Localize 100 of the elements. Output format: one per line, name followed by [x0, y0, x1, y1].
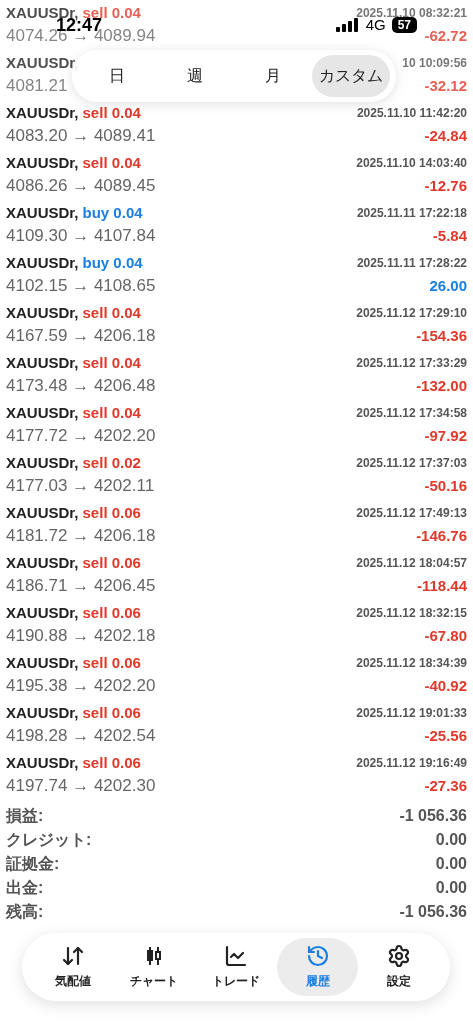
order-type: sell 0.02: [82, 452, 141, 473]
deal-time: 2025.11.12 19:01:33: [356, 705, 467, 722]
order-type: sell 0.04: [82, 302, 141, 323]
order-type: sell 0.06: [82, 552, 141, 573]
summary-label: 残高:: [6, 902, 44, 922]
order-type: sell 0.04: [82, 352, 141, 373]
nav-tab[interactable]: 履歴: [276, 938, 359, 996]
symbol: XAUUSDr,: [6, 502, 79, 523]
profit: -24.84: [424, 125, 467, 146]
line-chart-icon: [224, 944, 248, 968]
price-range: 4190.88 → 4202.18: [6, 626, 156, 646]
summary-value: 0.00: [435, 854, 467, 874]
nav-tab[interactable]: チャート: [113, 938, 196, 996]
profit: -12.76: [424, 175, 467, 196]
symbol: XAUUSDr,: [6, 702, 79, 723]
price-range: 4081.21: [6, 76, 68, 96]
symbol: XAUUSDr,: [6, 152, 79, 173]
price-range: 4181.72 → 4206.18: [6, 526, 156, 546]
price-range: 4177.03 → 4202.11: [6, 476, 155, 496]
summary-label: 出金:: [6, 878, 44, 898]
price-range: 4109.30 → 4107.84: [6, 226, 156, 246]
deal-time: 2025.11.10 14:03:40: [356, 155, 467, 172]
price-range: 4173.48 → 4206.48: [6, 376, 156, 396]
profit: -27.36: [424, 775, 467, 796]
deal-time: 2025.11.12 19:16:49: [356, 755, 467, 772]
profit: -25.56: [424, 725, 467, 746]
symbol: XAUUSDr,: [6, 102, 79, 123]
symbol: XAUUSDr,: [6, 652, 79, 673]
order-type: sell 0.04: [82, 102, 141, 123]
symbol: XAUUSDr,: [6, 752, 79, 773]
symbol: XAUUSDr,: [6, 452, 79, 473]
profit: -97.92: [424, 425, 467, 446]
settings-icon: [387, 944, 412, 968]
price-range: 4086.26 → 4089.45: [6, 176, 156, 196]
order-type: sell 0.04: [82, 152, 141, 173]
deal-time: 2025.11.12 18:32:15: [356, 605, 467, 622]
order-type: sell 0.06: [82, 602, 141, 623]
battery-level: 57: [391, 17, 417, 34]
period-tab[interactable]: 週: [156, 55, 234, 97]
profit: -132.00: [416, 375, 467, 396]
price-range: 4102.15 → 4108.65: [6, 276, 156, 296]
up-down-arrows-icon: [60, 944, 85, 968]
summary-value: -1 056.36: [399, 806, 467, 826]
price-range: 4177.72 → 4202.20: [6, 426, 156, 446]
deal-time: 10 10:09:56: [402, 55, 467, 72]
period-tab[interactable]: 日: [78, 55, 156, 97]
period-tab[interactable]: 月: [234, 55, 312, 97]
summary-value: -1 056.36: [399, 902, 467, 922]
price-range: 4195.38 → 4202.20: [6, 676, 156, 696]
order-type: buy 0.04: [82, 202, 143, 223]
profit: -5.84: [432, 225, 467, 246]
deal-time: 2025.11.12 17:33:29: [356, 355, 467, 372]
deal-time: 2025.11.10 11:42:20: [356, 105, 467, 122]
profit: -62.72: [424, 25, 467, 46]
summary-label: 証拠金:: [6, 854, 60, 874]
price-range: 4198.28 → 4202.54: [6, 726, 156, 746]
deal-time: 2025.11.11 17:22:18: [356, 205, 467, 222]
symbol: XAUUSDr,: [6, 252, 79, 273]
symbol: XAUUSDr,: [6, 302, 79, 323]
profit: -146.76: [416, 525, 467, 546]
profit: -32.12: [424, 75, 467, 96]
symbol: XAUUSDr,: [6, 552, 79, 573]
order-type: sell 0.06: [82, 652, 141, 673]
deal-time: 2025.11.12 17:34:58: [356, 405, 467, 422]
period-tab[interactable]: カスタム: [312, 55, 390, 97]
price-range: 4197.74 → 4202.30: [6, 776, 156, 796]
order-type: sell 0.06: [82, 502, 141, 523]
deal-time: 2025.11.12 17:37:03: [356, 455, 467, 472]
profit: -50.16: [424, 475, 467, 496]
signal-icon: [335, 18, 360, 33]
symbol: XAUUSDr,: [6, 202, 79, 223]
deal-time: 2025.11.12 17:49:13: [356, 505, 467, 522]
summary-value: 0.00: [435, 830, 467, 850]
deal-time: 2025.11.12 18:04:57: [356, 555, 467, 572]
summary-value: 0.00: [435, 878, 467, 898]
deal-time: 2025.11.12 17:29:10: [356, 305, 467, 322]
nav-tab[interactable]: 設定: [358, 938, 440, 996]
deal-time: 2025.11.11 17:28:22: [356, 255, 467, 272]
deal-time: 2025.11.12 18:34:39: [356, 655, 467, 672]
profit: -154.36: [416, 325, 467, 346]
price-range: 4167.59 → 4206.18: [6, 326, 156, 346]
summary-label: クレジット:: [6, 830, 92, 850]
profit: -67.80: [424, 625, 467, 646]
profit: 26.00: [429, 275, 467, 296]
profit: -40.92: [424, 675, 467, 696]
price-range: 4186.71 → 4206.45: [6, 576, 156, 596]
nav-tab[interactable]: 気配値: [32, 938, 114, 996]
order-type: sell 0.06: [82, 752, 141, 773]
symbol: XAUUSDr,: [6, 352, 79, 373]
symbol: XAUUSDr,: [6, 52, 79, 73]
symbol: XAUUSDr,: [6, 602, 79, 623]
price-range: 4083.20 → 4089.41: [6, 126, 156, 146]
order-type: sell 0.06: [82, 702, 141, 723]
order-type: sell 0.04: [82, 402, 141, 423]
profit: -118.44: [416, 575, 467, 596]
history-icon: [305, 944, 330, 968]
symbol: XAUUSDr,: [6, 402, 79, 423]
summary-label: 損益:: [6, 806, 44, 826]
order-type: buy 0.04: [82, 252, 143, 273]
nav-tab[interactable]: トレード: [195, 938, 277, 996]
